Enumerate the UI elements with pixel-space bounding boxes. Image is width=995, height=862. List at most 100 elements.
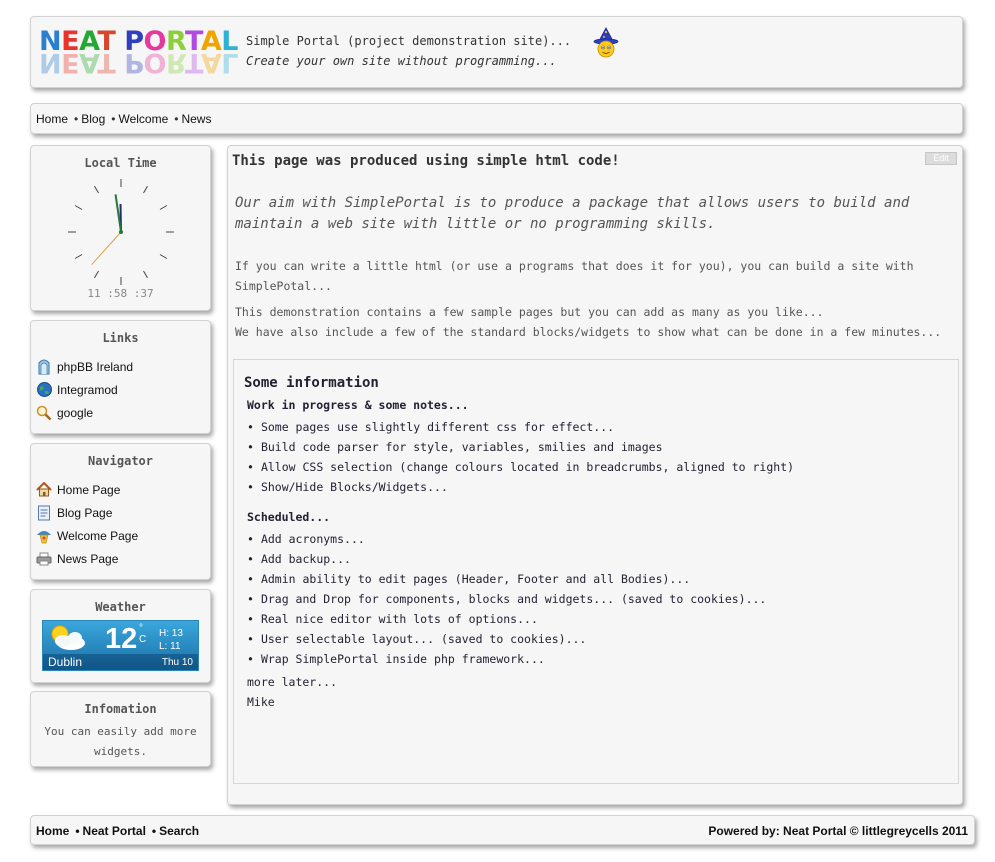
- widget-title: Local Time: [84, 156, 157, 170]
- separator: •: [151, 824, 157, 838]
- section-heading: Some information: [244, 375, 379, 391]
- more-later-text: more later...: [247, 675, 338, 689]
- main-content: Edit This page was produced using simple…: [227, 145, 963, 805]
- edit-button[interactable]: Edit: [925, 152, 957, 165]
- digital-time: 11 :58 :37: [87, 287, 154, 300]
- celsius-label: C: [139, 634, 147, 645]
- breadcrumb: Home • Blog • Welcome • News: [36, 112, 211, 126]
- clock-tick: [159, 205, 168, 210]
- nav-news-link[interactable]: News: [181, 112, 211, 126]
- logo-letter: T: [97, 47, 116, 78]
- navigator-label: News Page: [57, 551, 119, 566]
- weather-widget: Weather 12 ° C H: 13 L: 11 Dublin Thu 10: [30, 589, 211, 683]
- footer-credit: Powered by: Neat Portal © littlegreycell…: [708, 824, 968, 838]
- widget-title: Links: [102, 331, 139, 345]
- document-icon: [35, 504, 53, 522]
- infomation-text: You can easily add more widgets.: [44, 725, 197, 758]
- list-item: Build code parser for style, variables, …: [247, 437, 794, 457]
- navigator-blog-page[interactable]: Blog Page: [35, 501, 138, 524]
- site-tagline: Create your own site without programming…: [246, 54, 557, 68]
- site-title: Simple Portal (project demonstration sit…: [246, 34, 572, 48]
- clock-tick: [94, 270, 99, 279]
- weather-city: Dublin: [48, 655, 83, 669]
- list-item: User selectable layout... (saved to cook…: [247, 629, 766, 649]
- separator: •: [174, 112, 179, 126]
- logo-letter: [115, 47, 124, 78]
- nav-home-link[interactable]: Home: [36, 112, 68, 126]
- clock-tick: [74, 205, 83, 210]
- logo-reflection: NEAT PORTAL: [39, 47, 238, 78]
- list-item: Allow CSS selection (change colours loca…: [247, 457, 794, 477]
- information-panel: Some information Work in progress & some…: [233, 359, 959, 784]
- logo-letter: P: [124, 47, 144, 78]
- page-title: This page was produced using simple html…: [232, 153, 620, 169]
- notes-list: Some pages use slightly different css fo…: [247, 417, 794, 497]
- widgets-paragraph: We have also include a few of the standa…: [235, 325, 942, 339]
- wizard-smiley-icon: [593, 27, 619, 58]
- site-logo[interactable]: NEAT PORTAL NEAT PORTAL: [39, 27, 238, 79]
- weather-low: L: 11: [159, 641, 181, 652]
- link-label: Integramod: [57, 382, 118, 397]
- logo-letter: T: [185, 47, 201, 78]
- list-item: Some pages use slightly different css fo…: [247, 417, 794, 437]
- top-navigation: Home • Blog • Welcome • News: [30, 103, 963, 134]
- site-header: NEAT PORTAL NEAT PORTAL Simple Portal (p…: [30, 16, 963, 88]
- separator: •: [74, 112, 79, 126]
- magnifier-icon: [35, 404, 53, 422]
- clock-tick: [159, 254, 168, 259]
- link-label: phpBB Ireland: [57, 359, 134, 374]
- list-item: Add backup...: [247, 549, 766, 569]
- globe-icon: [35, 381, 53, 399]
- local-time-widget: Local Time 11 :58 :37: [30, 145, 211, 311]
- navigator-label: Home Page: [57, 482, 121, 497]
- subheading-scheduled: Scheduled...: [247, 510, 331, 524]
- link-google[interactable]: google: [35, 401, 133, 424]
- list-item: Show/Hide Blocks/Widgets...: [247, 477, 794, 497]
- weather-high: H: 13: [159, 628, 183, 639]
- nav-welcome-link[interactable]: Welcome: [118, 112, 168, 126]
- analog-clock: [68, 179, 174, 285]
- list-item: Admin ability to edit pages (Header, Foo…: [247, 569, 766, 589]
- clock-tick: [143, 185, 148, 194]
- logo-letter: R: [165, 47, 186, 78]
- footer-navigation: Home • Neat Portal • Search: [36, 824, 199, 838]
- navigator-home-page[interactable]: Home Page: [35, 478, 138, 501]
- logo-letter: A: [79, 47, 98, 78]
- phpbb-icon: [35, 358, 53, 376]
- footer-search-link[interactable]: Search: [159, 824, 199, 838]
- navigator-welcome-page[interactable]: Welcome Page: [35, 524, 138, 547]
- footer-home-link[interactable]: Home: [36, 824, 69, 838]
- widget-title: Weather: [95, 600, 146, 614]
- scheduled-list: Add acronyms... Add backup... Admin abil…: [247, 529, 766, 669]
- list-item: Add acronyms...: [247, 529, 766, 549]
- sun-cloud-icon: [51, 625, 85, 650]
- demo-paragraph: This demonstration contains a few sample…: [235, 305, 824, 319]
- list-item: Real nice editor with lots of options...: [247, 609, 766, 629]
- weather-unit: ° C: [139, 623, 146, 645]
- widget-title: Infomation: [84, 702, 157, 716]
- navigator-label: Welcome Page: [57, 528, 139, 543]
- navigator-news-page[interactable]: News Page: [35, 547, 138, 570]
- clock-tick: [94, 185, 99, 194]
- logo-letter: A: [200, 47, 222, 78]
- aim-statement: Our aim with SimplePortal is to produce …: [235, 195, 910, 232]
- clock-tick: [74, 254, 83, 259]
- intro-paragraph: If you can write a little html (or use a…: [235, 259, 914, 293]
- widget-title: Navigator: [87, 454, 154, 468]
- clock-second-hand: [91, 231, 122, 266]
- signature: Mike: [247, 695, 275, 709]
- weather-card[interactable]: 12 ° C H: 13 L: 11 Dublin Thu 10: [42, 620, 199, 671]
- logo-letter: O: [143, 47, 166, 78]
- link-label: google: [57, 405, 94, 420]
- link-phpbb-ireland[interactable]: phpBB Ireland: [35, 355, 133, 378]
- footer-neat-portal-link[interactable]: Neat Portal: [83, 824, 146, 838]
- links-list: phpBB Ireland Integramod google: [35, 355, 133, 424]
- weather-temperature: 12: [105, 623, 138, 655]
- list-item: Wrap SimplePortal inside php framework..…: [247, 649, 766, 669]
- navigator-list: Home Page Blog Page Welcome Page News Pa…: [35, 478, 138, 570]
- link-integramod[interactable]: Integramod: [35, 378, 133, 401]
- links-widget: Links phpBB Ireland Integramod google: [30, 320, 211, 434]
- site-footer: Home • Neat Portal • Search Powered by: Neat…: [30, 815, 975, 845]
- subheading-work-in-progress: Work in progress & some notes...: [247, 398, 469, 412]
- nav-blog-link[interactable]: Blog: [81, 112, 105, 126]
